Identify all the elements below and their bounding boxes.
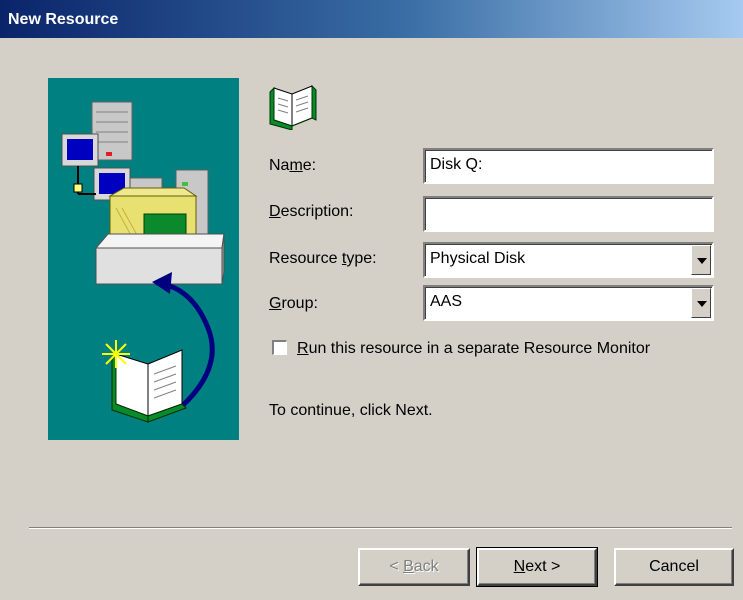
divider	[29, 527, 732, 529]
back-button[interactable]: < Back	[358, 548, 470, 586]
chevron-down-icon[interactable]	[691, 245, 711, 275]
book-icon	[269, 84, 317, 130]
resource-type-select[interactable]: Physical Disk	[423, 242, 714, 278]
resource-type-label: Resource type:	[269, 250, 377, 267]
chevron-down-icon[interactable]	[691, 288, 711, 318]
next-button[interactable]: Next >	[476, 547, 598, 587]
separate-monitor-checkbox[interactable]	[272, 340, 287, 355]
group-select[interactable]: AAS	[423, 285, 714, 321]
name-label: Name:	[269, 157, 317, 174]
group-value: AAS	[430, 293, 463, 310]
wizard-illustration-panel	[48, 78, 239, 440]
resource-type-value: Physical Disk	[430, 250, 526, 267]
group-label: Group:	[269, 295, 318, 312]
new-book-icon	[102, 340, 187, 423]
name-value: Disk Q:	[430, 156, 483, 173]
cancel-button[interactable]: Cancel	[614, 548, 734, 586]
continue-hint: To continue, click Next.	[269, 402, 433, 419]
description-label: Description:	[269, 203, 354, 220]
window-title: New Resource	[8, 11, 119, 28]
description-input[interactable]	[423, 196, 714, 232]
name-input[interactable]: Disk Q:	[423, 148, 714, 184]
separate-monitor-label[interactable]: Run this resource in a separate Resource…	[297, 340, 650, 358]
title-bar[interactable]: New Resource	[0, 0, 743, 38]
